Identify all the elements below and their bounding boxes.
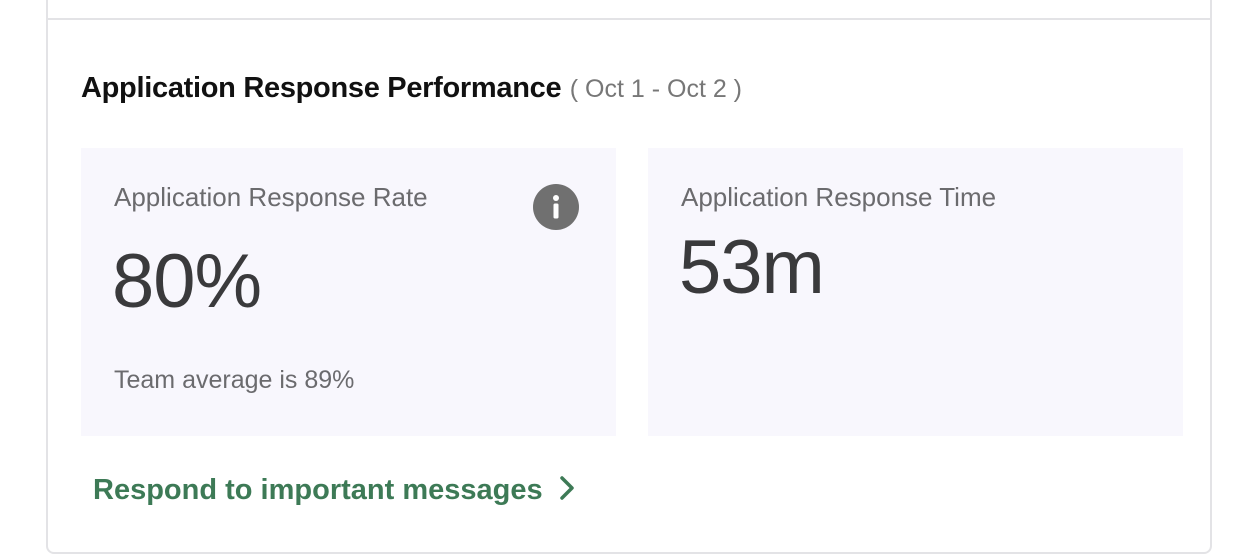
metric-value-response-rate: 80% — [112, 239, 262, 324]
chevron-right-icon — [559, 475, 575, 506]
response-performance-card: Application Response Performance ( Oct 1… — [46, 0, 1212, 554]
top-divider — [48, 18, 1210, 20]
date-range: ( Oct 1 - Oct 2 ) — [569, 75, 743, 103]
respond-messages-link[interactable]: Respond to important messages — [93, 474, 575, 507]
respond-messages-label: Respond to important messages — [93, 474, 543, 506]
metric-label-response-time: Application Response Time — [681, 182, 997, 212]
info-icon[interactable] — [533, 184, 579, 230]
metric-label-response-rate: Application Response Rate — [114, 182, 428, 212]
panel-title: Application Response Performance — [81, 72, 562, 104]
metric-value-response-time: 53m — [679, 225, 825, 310]
team-average-note: Team average is 89% — [114, 366, 355, 394]
panel-header: Application Response Performance ( Oct 1… — [81, 72, 742, 105]
info-glyph — [553, 195, 559, 219]
metric-tile-response-time: Application Response Time 53m — [648, 148, 1183, 436]
metric-tile-response-rate: Application Response Rate 80% Team avera… — [81, 148, 616, 436]
